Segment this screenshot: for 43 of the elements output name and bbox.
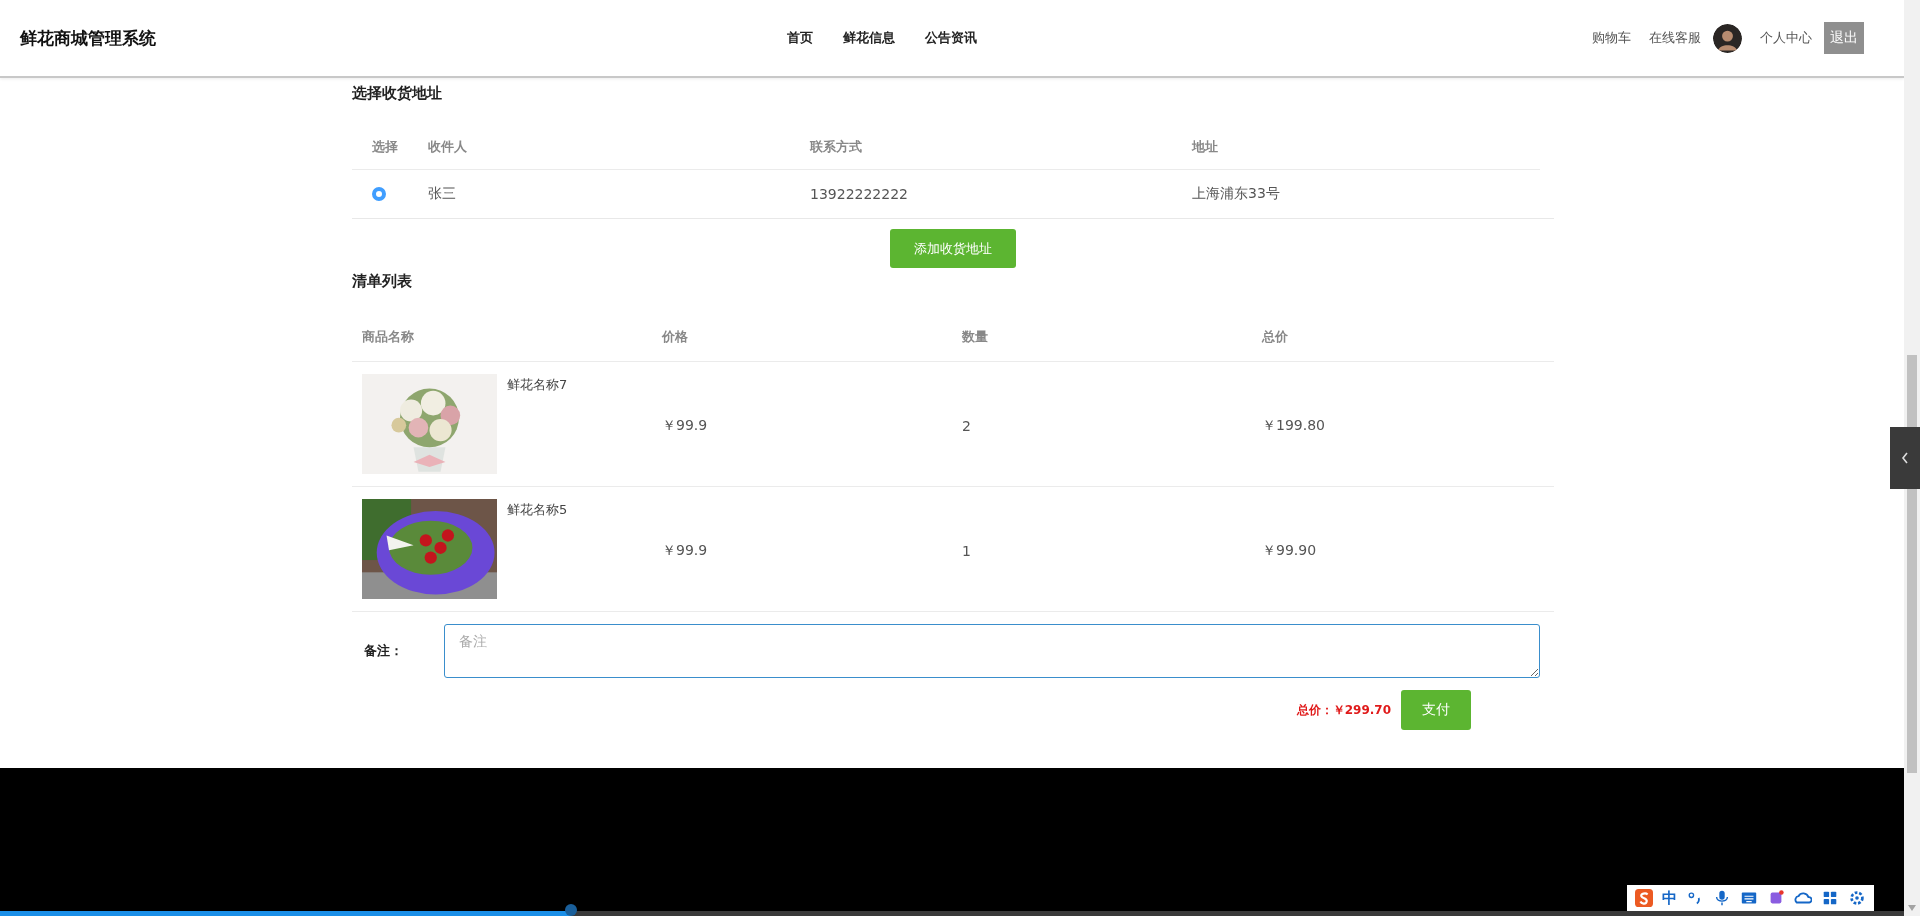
nav-link[interactable]: 公告资讯 xyxy=(925,29,977,47)
column-header: 数量 xyxy=(962,328,989,346)
grid-icon xyxy=(1821,889,1839,907)
table-cell-text: 张三 xyxy=(428,185,457,203)
column-header: 收件人 xyxy=(428,138,468,156)
scroll-down-icon[interactable] xyxy=(1907,904,1917,912)
nav-link[interactable]: 首页 xyxy=(787,29,813,47)
remark-field[interactable]: 备注 xyxy=(444,624,1540,678)
product-name: 鲜花名称7 xyxy=(507,376,568,394)
settings-icon xyxy=(1848,889,1866,907)
table-cell-text: 上海浦东33号 xyxy=(1192,185,1281,203)
remark-label: 备注： xyxy=(364,642,404,660)
site-title: 鲜花商城管理系统 xyxy=(20,26,156,50)
sogou-logo-icon xyxy=(1635,889,1653,907)
column-header: 选择 xyxy=(372,138,399,156)
column-header: 商品名称 xyxy=(362,328,415,346)
column-header: 价格 xyxy=(662,328,689,346)
header-link[interactable]: 在线客服 xyxy=(1649,29,1701,47)
scrollbar[interactable] xyxy=(1904,0,1920,916)
microphone-icon xyxy=(1713,889,1731,907)
price-cell-text: ￥99.9 xyxy=(662,541,709,560)
column-header: 总价 xyxy=(1262,328,1289,346)
price-cell-text: ￥99.9 xyxy=(662,416,709,435)
header-link[interactable]: 购物车 xyxy=(1592,29,1631,47)
table-cell-text: 13922222222 xyxy=(810,186,909,202)
input-mode-toggle[interactable]: 中 xyxy=(1662,888,1677,908)
product-name: 鲜花名称5 xyxy=(507,501,568,519)
total-price: 总价：￥299.70 xyxy=(1296,701,1391,719)
radio-button[interactable] xyxy=(372,187,386,201)
nav-link[interactable]: 鲜花信息 xyxy=(843,29,895,47)
quantity-cell-text: 2 xyxy=(962,417,972,434)
column-header: 联系方式 xyxy=(810,138,863,156)
total-cell-text: ￥199.80 xyxy=(1262,416,1326,435)
section-title: 清单列表 xyxy=(352,271,413,292)
seek-handle[interactable] xyxy=(565,904,578,916)
quantity-cell-text: 1 xyxy=(962,542,972,559)
avatar-icon xyxy=(1713,23,1742,53)
profile-link[interactable]: 个人中心 xyxy=(1760,29,1812,47)
column-header: 地址 xyxy=(1192,138,1219,156)
total-cell-text: ￥99.90 xyxy=(1262,541,1318,560)
seek-bar[interactable] xyxy=(0,911,1904,916)
chevron-left-icon xyxy=(1900,450,1910,466)
section-title: 选择收货地址 xyxy=(352,83,443,104)
